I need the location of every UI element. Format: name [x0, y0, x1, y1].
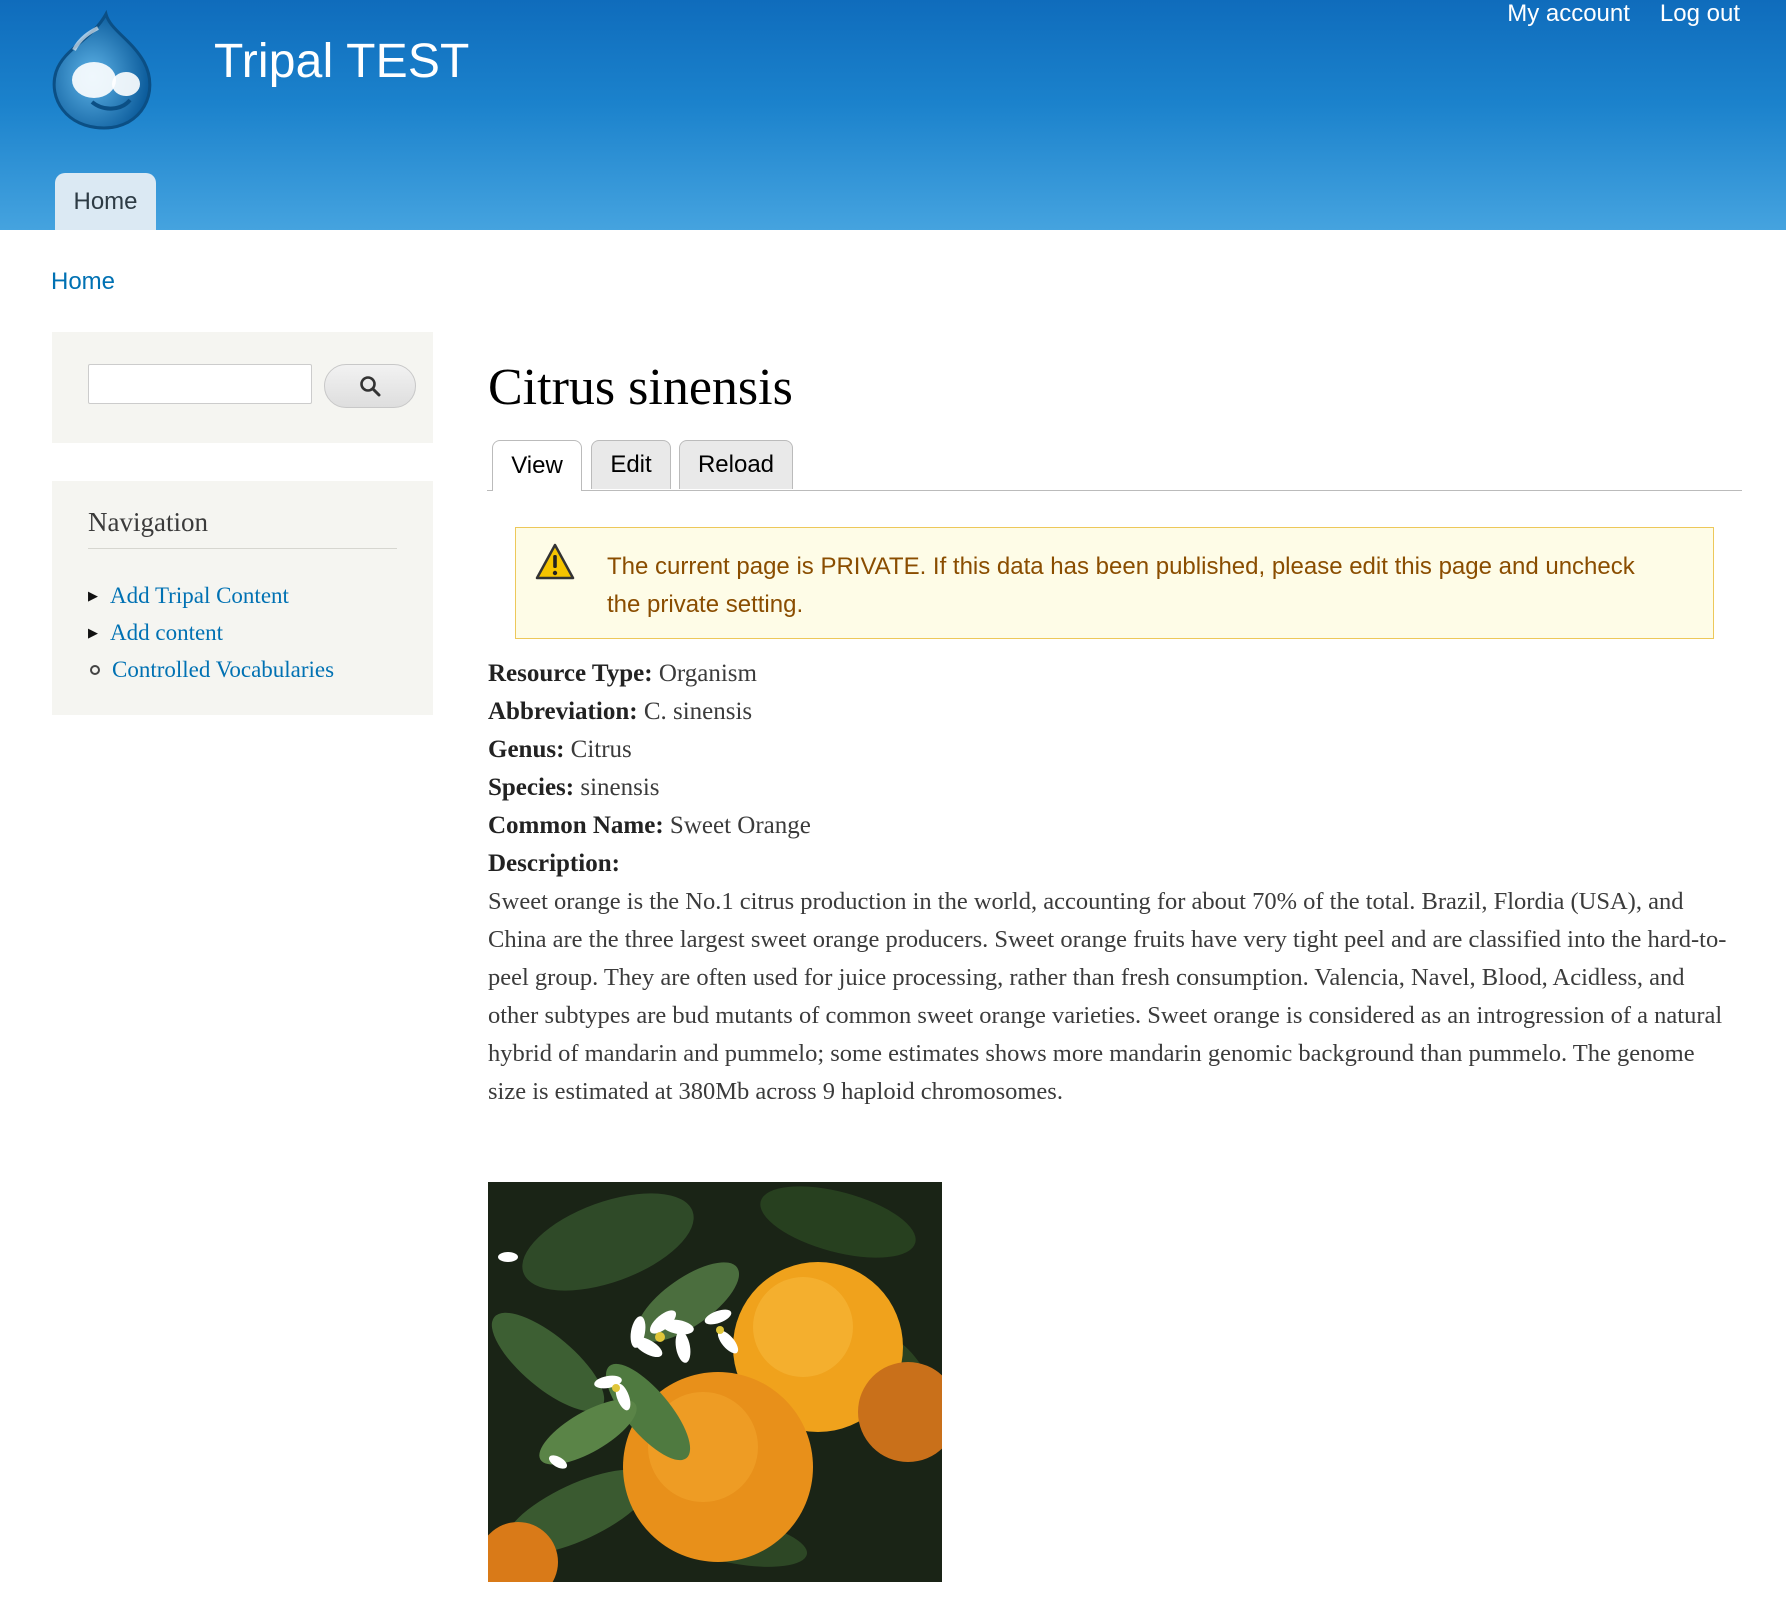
warning-text: The current page is PRIVATE. If this dat…: [607, 553, 1635, 618]
page-title: Citrus sinensis: [488, 359, 793, 416]
field-abbreviation: Abbreviation: C. sinensis: [488, 693, 1738, 731]
field-value: C. sinensis: [643, 698, 753, 725]
field-resource-type: Resource Type: Organism: [488, 655, 1738, 693]
tab-reload[interactable]: Reload: [679, 440, 793, 489]
my-account-link[interactable]: My account: [1507, 0, 1630, 28]
nav-link-controlled-vocabularies[interactable]: Controlled Vocabularies: [112, 657, 334, 683]
triangle-right-icon: ▶: [88, 624, 98, 640]
field-label: Common Name:: [488, 812, 664, 839]
nav-link-add-tripal-content[interactable]: Add Tripal Content: [110, 583, 289, 609]
local-tabs: View Edit Reload: [487, 440, 1742, 491]
field-common-name: Common Name: Sweet Orange: [488, 807, 1738, 845]
warning-triangle-icon: [535, 543, 575, 580]
nav-item-add-content: ▶ Add content: [88, 614, 334, 651]
field-description-text: Sweet orange is the No.1 citrus producti…: [488, 888, 1727, 1105]
field-label: Resource Type:: [488, 660, 653, 687]
drupal-logo-icon[interactable]: [44, 10, 160, 138]
search-button[interactable]: [324, 364, 416, 408]
field-value: Organism: [658, 660, 757, 687]
field-species: Species: sinensis: [488, 769, 1738, 807]
log-out-link[interactable]: Log out: [1660, 0, 1740, 28]
search-icon: [360, 376, 381, 397]
circle-bullet-icon: [90, 664, 100, 675]
nav-item-add-tripal-content: ▶ Add Tripal Content: [88, 577, 334, 614]
navigation-title: Navigation: [88, 507, 397, 549]
search-block: [52, 332, 433, 443]
private-warning-message: The current page is PRIVATE. If this dat…: [515, 527, 1714, 639]
field-label: Genus:: [488, 736, 565, 763]
nav-item-controlled-vocabularies: Controlled Vocabularies: [88, 651, 334, 688]
navigation-list: ▶ Add Tripal Content ▶ Add content Contr…: [88, 577, 334, 688]
search-input[interactable]: [88, 364, 312, 404]
field-value: sinensis: [580, 774, 660, 801]
field-label: Description:: [488, 850, 620, 877]
navigation-block: Navigation ▶ Add Tripal Content ▶ Add co…: [52, 481, 433, 715]
field-value: Sweet Orange: [669, 812, 811, 839]
tab-edit[interactable]: Edit: [591, 440, 671, 489]
site-header: Tripal TEST My account Log out Home: [0, 0, 1786, 230]
organism-fields: Resource Type: Organism Abbreviation: C.…: [488, 655, 1738, 1111]
organism-photo: [488, 1182, 942, 1582]
main-menu-home-tab[interactable]: Home: [55, 173, 156, 230]
field-value: Citrus: [570, 736, 632, 763]
tab-view[interactable]: View: [492, 440, 582, 491]
field-label: Abbreviation:: [488, 698, 638, 725]
field-label: Species:: [488, 774, 575, 801]
nav-link-add-content[interactable]: Add content: [110, 620, 223, 646]
field-genus: Genus: Citrus: [488, 731, 1738, 769]
secondary-menu: My account Log out: [1507, 0, 1740, 28]
breadcrumb-home-link[interactable]: Home: [51, 268, 115, 296]
field-description-label: Description:: [488, 845, 1738, 883]
triangle-right-icon: ▶: [88, 587, 98, 603]
site-name[interactable]: Tripal TEST: [214, 34, 470, 89]
